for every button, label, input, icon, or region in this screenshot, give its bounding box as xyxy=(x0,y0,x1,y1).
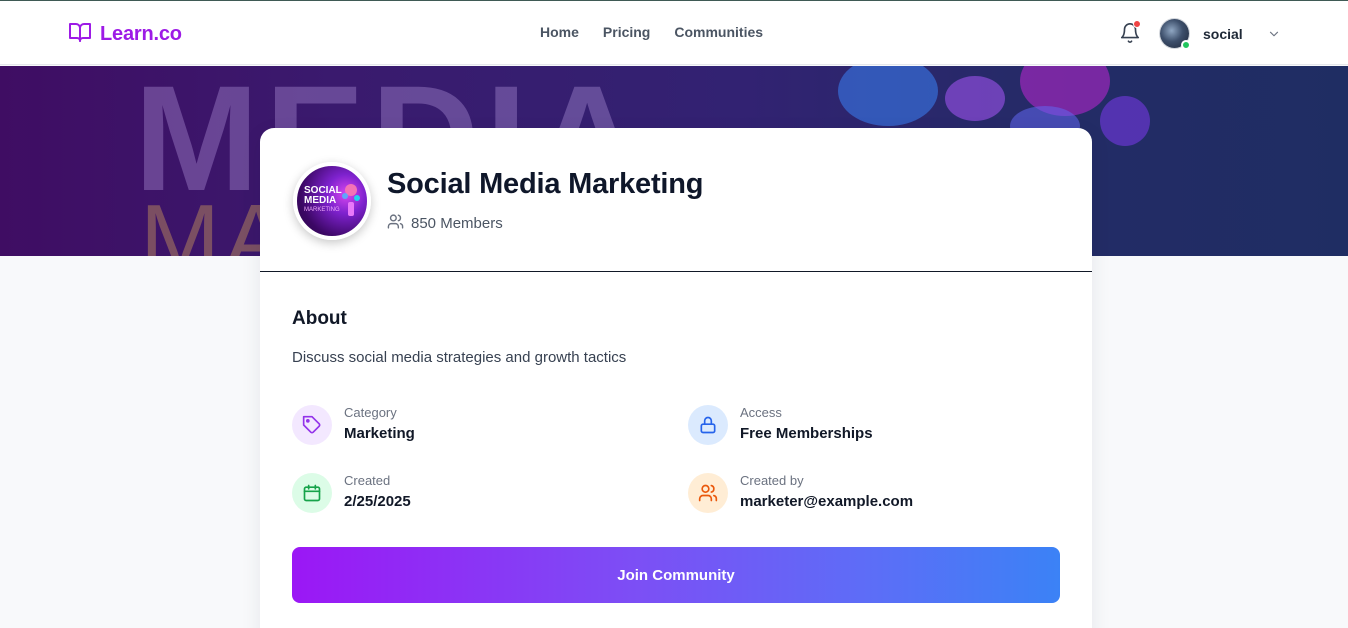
brand-name: Learn.co xyxy=(100,23,182,45)
tag-icon xyxy=(292,405,332,445)
community-header: SOCIAL MEDIA MARKETING Social Media Mark… xyxy=(260,128,1092,272)
member-count: 850 Members xyxy=(387,213,503,234)
book-open-icon xyxy=(68,21,92,48)
brand-logo[interactable]: Learn.co xyxy=(68,21,182,48)
user-avatar xyxy=(1160,19,1191,50)
user-menu[interactable]: social xyxy=(1160,19,1281,50)
detail-created-by: Created by marketer@example.com xyxy=(688,473,913,513)
nav-pricing-link[interactable]: Pricing xyxy=(603,24,650,40)
notification-button[interactable] xyxy=(1119,20,1141,44)
location-bubble-icon xyxy=(1100,96,1150,146)
about-description: Discuss social media strategies and grow… xyxy=(292,349,627,366)
detail-created: Created 2/25/2025 xyxy=(292,473,411,513)
nav-home-link[interactable]: Home xyxy=(540,24,579,40)
chevron-down-icon xyxy=(1267,27,1281,41)
category-label: Category xyxy=(344,405,397,420)
online-status-indicator xyxy=(1181,40,1191,50)
logo-line-3: MARKETING xyxy=(304,207,340,213)
created-by-label: Created by xyxy=(740,473,804,488)
users-icon xyxy=(387,213,404,234)
lock-icon xyxy=(688,405,728,445)
detail-access: Access Free Memberships xyxy=(688,405,873,445)
top-navbar: Learn.co Home Pricing Communities social xyxy=(0,0,1348,65)
community-card: SOCIAL MEDIA MARKETING Social Media Mark… xyxy=(260,128,1092,628)
category-value: Marketing xyxy=(344,425,415,442)
twitter-bubble-icon xyxy=(838,66,938,126)
users-icon xyxy=(688,473,728,513)
about-heading: About xyxy=(292,308,347,329)
access-value: Free Memberships xyxy=(740,425,873,442)
user-name: social xyxy=(1203,25,1243,42)
main-nav: Home Pricing Communities xyxy=(540,24,763,40)
notification-dot xyxy=(1133,20,1141,28)
created-value: 2/25/2025 xyxy=(344,493,411,510)
social-bubble-icon xyxy=(945,76,1005,121)
calendar-icon xyxy=(292,473,332,513)
megaphone-art-icon xyxy=(342,184,360,216)
detail-category: Category Marketing xyxy=(292,405,415,445)
nav-communities-link[interactable]: Communities xyxy=(674,24,763,40)
created-label: Created xyxy=(344,473,391,488)
logo-line-2: MEDIA xyxy=(304,195,337,206)
member-count-text: 850 Members xyxy=(411,215,503,232)
created-by-value: marketer@example.com xyxy=(740,493,914,510)
community-title: Social Media Marketing xyxy=(387,168,704,200)
bell-icon xyxy=(1119,23,1141,48)
community-about-section: About Discuss social media strategies an… xyxy=(260,272,1092,366)
access-label: Access xyxy=(740,405,782,420)
join-community-button[interactable]: Join Community xyxy=(292,547,1060,603)
community-logo: SOCIAL MEDIA MARKETING xyxy=(293,162,371,240)
